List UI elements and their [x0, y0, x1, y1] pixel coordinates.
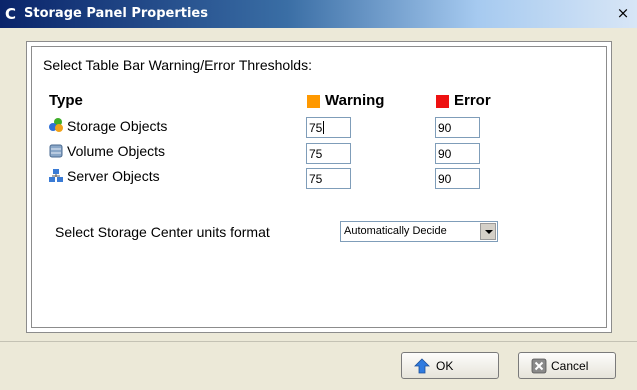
server-objects-icon — [49, 169, 63, 182]
ok-button-label: OK — [436, 359, 454, 373]
units-format-label: Select Storage Center units format — [55, 224, 270, 240]
server-objects-warning-input[interactable]: 75 — [306, 168, 351, 189]
storage-objects-error-input[interactable]: 90 — [435, 117, 480, 138]
volume-objects-warning-input[interactable]: 75 — [306, 143, 351, 164]
title-bar: C Storage Panel Properties × — [0, 0, 637, 28]
thresholds-instruction: Select Table Bar Warning/Error Threshold… — [43, 57, 312, 73]
volume-objects-label: Volume Objects — [67, 143, 166, 159]
close-icon — [531, 358, 547, 374]
volume-objects-error-input[interactable]: 90 — [435, 143, 480, 164]
text-caret — [323, 121, 325, 134]
volume-objects-icon — [49, 144, 63, 158]
footer-divider — [0, 341, 637, 342]
storage-objects-icon — [49, 118, 63, 132]
storage-objects-label: Storage Objects — [67, 118, 168, 134]
storage-objects-warning-input[interactable]: 75 — [306, 117, 351, 138]
chevron-down-icon[interactable] — [480, 223, 496, 240]
cancel-button-label: Cancel — [551, 359, 589, 373]
close-button[interactable]: × — [615, 5, 631, 21]
warning-column-header: Warning — [325, 92, 385, 109]
type-column-header: Type — [49, 92, 83, 109]
thresholds-panel: Select Table Bar Warning/Error Threshold… — [26, 41, 612, 333]
cancel-button[interactable]: Cancel — [518, 352, 616, 379]
warning-color-swatch — [307, 95, 320, 108]
arrow-up-icon — [414, 358, 430, 374]
ok-button[interactable]: OK — [401, 352, 499, 379]
server-objects-error-input[interactable]: 90 — [435, 168, 480, 189]
units-format-select[interactable]: Automatically Decide — [340, 221, 498, 242]
error-column-header: Error — [454, 92, 491, 109]
units-format-value: Automatically Decide — [344, 225, 447, 237]
storage-objects-warning-value: 75 — [309, 121, 323, 135]
thresholds-panel-inner: Select Table Bar Warning/Error Threshold… — [31, 46, 607, 328]
server-objects-label: Server Objects — [67, 168, 160, 184]
error-color-swatch — [436, 95, 449, 108]
window-title: Storage Panel Properties — [24, 6, 208, 21]
app-icon: C — [5, 5, 17, 23]
